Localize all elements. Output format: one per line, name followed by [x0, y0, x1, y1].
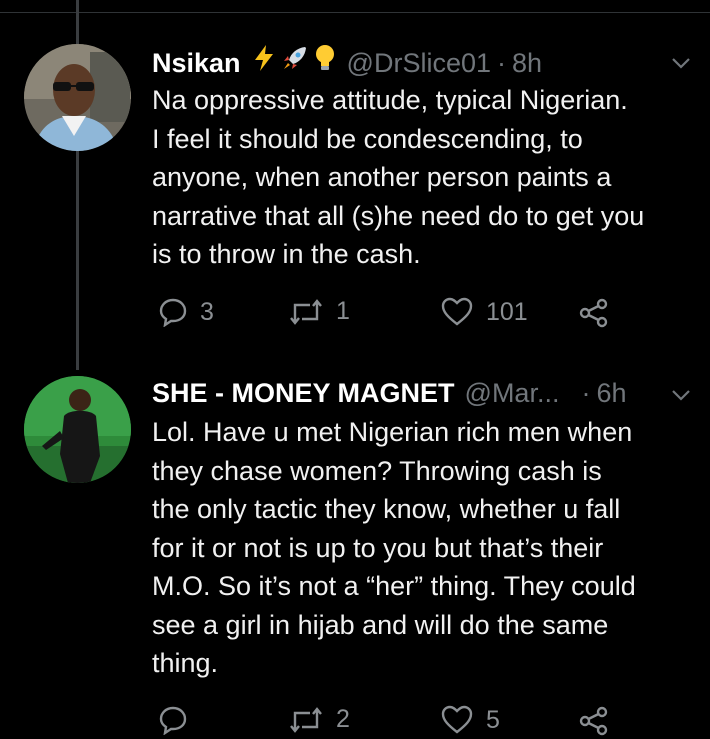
heart-icon — [441, 297, 473, 326]
like-button[interactable]: 101 — [440, 297, 528, 327]
reply-button[interactable] — [158, 705, 200, 735]
tweet-text: Lol. Have u met Nigerian rich men when t… — [152, 413, 697, 683]
name-emojis — [251, 44, 337, 72]
like-count: 101 — [486, 297, 528, 326]
heart-icon — [441, 705, 473, 734]
retweet-icon — [290, 298, 322, 325]
tweet-text-line: anyone, when another person paints a — [152, 162, 612, 192]
tweet-text-line: narrative that all (s)he need do to get … — [152, 200, 645, 231]
chevron-down-icon[interactable] — [670, 52, 692, 74]
dot-separator: · — [497, 48, 506, 78]
share-icon — [579, 706, 608, 736]
share-icon — [579, 298, 608, 328]
timestamp[interactable]: 6h — [596, 378, 626, 409]
like-button[interactable]: 5 — [440, 705, 500, 735]
tweet-text-line: the only tactic they know, whether u fal… — [152, 494, 621, 524]
user-handle[interactable]: @Mar... — [465, 378, 560, 409]
tweet-text-line: see a girl in hijab and will do the same — [152, 609, 609, 640]
avatar[interactable] — [24, 376, 131, 483]
user-handle[interactable]: @DrSlice01 — [347, 48, 491, 79]
retweet-icon — [290, 706, 322, 733]
tweet-text-line: Lol. Have u met Nigerian rich men when — [152, 417, 633, 447]
retweet-button[interactable]: 1 — [288, 297, 350, 326]
avatar[interactable] — [24, 44, 131, 151]
tweet[interactable]: Nsikan @DrSlice01 · 8h Na oppressive att… — [0, 0, 710, 370]
tweet-text-line: thing. — [152, 648, 219, 678]
tweet-text-line: I feel it should be condescending, to — [152, 123, 583, 154]
tweet-text-line: is to throw in the cash. — [152, 239, 421, 269]
tweet-text-line: M.O. So it’s not a “her” thing. They cou… — [152, 571, 636, 601]
share-button[interactable] — [578, 297, 610, 329]
tweet-text-line: for it or not is up to you but that’s th… — [152, 532, 604, 563]
bulb-icon — [315, 45, 334, 70]
chevron-down-icon[interactable] — [670, 384, 692, 406]
reply-count: 3 — [200, 297, 214, 326]
retweet-count: 1 — [336, 297, 350, 325]
tweet-header: Nsikan @DrSlice01 · 8h — [152, 44, 542, 79]
dot-separator: · — [581, 378, 591, 408]
reply-icon — [159, 298, 187, 327]
timestamp[interactable]: 8h — [512, 48, 542, 79]
tweet-text-line: they chase women? Throwing cash is — [152, 455, 602, 486]
lightning-icon — [254, 45, 273, 71]
tweet-actions: 2 5 — [158, 705, 618, 739]
tweet-actions: 3 1 101 — [158, 297, 618, 331]
tweet[interactable]: SHE - MONEY MAGNET @Mar... · 6h Lol. Hav… — [0, 370, 710, 736]
reply-button[interactable]: 3 — [158, 297, 214, 327]
display-name[interactable]: SHE - MONEY MAGNET — [152, 378, 455, 409]
display-name[interactable]: Nsikan — [152, 48, 241, 79]
rocket-icon — [283, 47, 306, 69]
tweet-text: Na oppressive attitude, typical Nigerian… — [152, 81, 697, 274]
reply-icon — [159, 706, 187, 735]
tweet-text-line: Na oppressive attitude, typical Nigerian… — [152, 85, 628, 115]
tweet-header: SHE - MONEY MAGNET @Mar... · 6h — [152, 378, 627, 409]
share-button[interactable] — [578, 705, 610, 737]
like-count: 5 — [486, 705, 500, 734]
